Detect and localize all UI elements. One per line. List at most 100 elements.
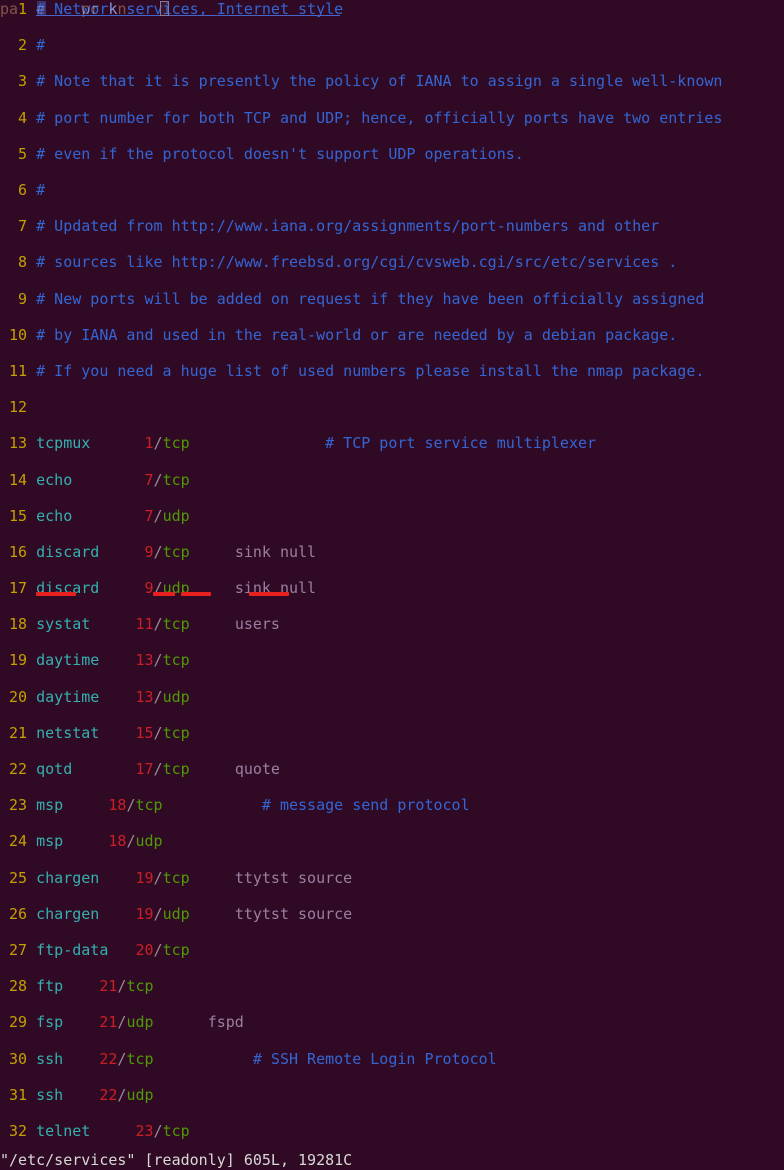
line-number: 5 <box>0 144 28 163</box>
editor-line[interactable]: 4 # port number for both TCP and UDP; he… <box>0 109 784 127</box>
line-number: 9 <box>0 289 28 308</box>
comment-text: # message send protocol <box>261 796 470 815</box>
editor-line[interactable]: 19 daytime 13/tcp <box>0 651 784 669</box>
service-name: tcpmux <box>36 434 91 453</box>
line-number: 17 <box>0 579 28 598</box>
port-proto-separator: / <box>153 651 163 670</box>
line-number: 12 <box>0 398 28 417</box>
editor-line[interactable]: 29 fsp 21/udp fspd <box>0 1013 784 1031</box>
editor-line[interactable]: 6 # <box>0 181 784 199</box>
annotation-underline-tcp <box>181 592 211 596</box>
line-number: 14 <box>0 470 28 489</box>
comment-text: # New ports will be added on request if … <box>36 289 705 308</box>
status-line: "/etc/services" [readonly] 605L, 19281C <box>0 1150 784 1170</box>
editor-line[interactable]: 9 # New ports will be added on request i… <box>0 290 784 308</box>
comment-text: # If you need a huge list of used number… <box>36 361 705 380</box>
protocol-name: udp <box>162 904 190 923</box>
comment-text: # <box>36 180 46 199</box>
service-alias: fspd <box>207 1013 244 1032</box>
port-number: 15 <box>135 723 154 742</box>
annotation-underline-mail <box>249 592 289 596</box>
service-name: ssh <box>36 1049 64 1068</box>
editor-line[interactable]: 26 chargen 19/udp ttytst source <box>0 905 784 923</box>
service-name: telnet <box>36 1122 91 1140</box>
editor-line[interactable]: 23 msp 18/tcp # message send protocol <box>0 796 784 814</box>
editor-line[interactable]: 5 # even if the protocol doesn't support… <box>0 145 784 163</box>
ghost-glyph: a <box>9 0 19 18</box>
port-number: 23 <box>135 1122 154 1140</box>
protocol-name: tcp <box>126 1049 154 1068</box>
editor-line[interactable]: 25 chargen 19/tcp ttytst source <box>0 869 784 887</box>
port-number: 13 <box>135 651 154 670</box>
editor-line[interactable]: 3 # Note that it is presently the policy… <box>0 72 784 90</box>
editor-line[interactable]: 14 echo 7/tcp <box>0 471 784 489</box>
editor-line[interactable]: 17 discard 9/udp sink null <box>0 579 784 597</box>
editor-buffer[interactable]: 1 # Network services, Internet style 2 #… <box>0 0 784 1170</box>
line-number: 24 <box>0 832 28 851</box>
service-alias: users <box>234 615 280 634</box>
port-proto-separator: / <box>153 506 163 525</box>
editor-line[interactable]: 28 ftp 21/tcp <box>0 977 784 995</box>
port-number: 7 <box>144 470 154 489</box>
service-name: daytime <box>36 687 100 706</box>
editor-line[interactable]: 7 # Updated from http://www.iana.org/ass… <box>0 217 784 235</box>
editor-line[interactable]: 20 daytime 13/udp <box>0 688 784 706</box>
first-line-underline <box>36 15 340 16</box>
port-number: 18 <box>108 832 127 851</box>
port-proto-separator: / <box>153 434 163 453</box>
editor-line[interactable]: 10 # by IANA and used in the real-world … <box>0 326 784 344</box>
line-number: 23 <box>0 796 28 815</box>
port-number: 21 <box>99 1013 118 1032</box>
protocol-name: tcp <box>135 796 163 815</box>
editor-line[interactable]: 13 tcpmux 1/tcp # TCP port service multi… <box>0 434 784 452</box>
port-number: 22 <box>99 1049 118 1068</box>
line-number: 7 <box>0 217 28 236</box>
port-number: 13 <box>135 687 154 706</box>
line-number: 21 <box>0 723 28 742</box>
line-number: 11 <box>0 361 28 380</box>
terminal-window[interactable]: 1 # Network services, Internet style 2 #… <box>0 0 784 1170</box>
service-alias: ttytst source <box>234 868 353 887</box>
text-cursor <box>160 1 169 16</box>
service-name: daytime <box>36 651 100 670</box>
editor-line[interactable]: 16 discard 9/tcp sink null <box>0 543 784 561</box>
annotation-underline-smtp <box>36 592 76 596</box>
editor-line[interactable]: 12 <box>0 398 784 416</box>
line-number: 8 <box>0 253 28 272</box>
editor-line[interactable]: 31 ssh 22/udp <box>0 1086 784 1104</box>
protocol-name: udp <box>162 687 190 706</box>
protocol-name: udp <box>162 506 190 525</box>
editor-line[interactable]: 18 systat 11/tcp users <box>0 615 784 633</box>
line-number: 32 <box>0 1122 28 1140</box>
comment-text: # Note that it is presently the policy o… <box>36 72 723 91</box>
port-number: 7 <box>144 506 154 525</box>
editor-line[interactable]: 32 telnet 23/tcp <box>0 1122 784 1140</box>
protocol-name: tcp <box>162 542 190 561</box>
line-number: 26 <box>0 904 28 923</box>
service-name: fsp <box>36 1013 64 1032</box>
line-number: 31 <box>0 1085 28 1104</box>
editor-line[interactable]: 22 qotd 17/tcp quote <box>0 760 784 778</box>
comment-text: # <box>36 36 46 55</box>
port-number: 20 <box>135 941 154 960</box>
protocol-name: tcp <box>162 651 190 670</box>
port-proto-separator: / <box>153 868 163 887</box>
protocol-name: tcp <box>126 977 154 996</box>
editor-line[interactable]: 8 # sources like http://www.freebsd.org/… <box>0 253 784 271</box>
line-number: 16 <box>0 542 28 561</box>
service-alias: ttytst source <box>234 904 353 923</box>
editor-line[interactable]: 15 echo 7/udp <box>0 507 784 525</box>
line-number: 6 <box>0 180 28 199</box>
service-name: msp <box>36 832 64 851</box>
editor-line[interactable]: 21 netstat 15/tcp <box>0 724 784 742</box>
protocol-name: tcp <box>162 868 190 887</box>
comment-text: # port number for both TCP and UDP; henc… <box>36 108 723 127</box>
protocol-name: udp <box>126 1013 154 1032</box>
line-number: 30 <box>0 1049 28 1068</box>
editor-line[interactable]: 2 # <box>0 36 784 54</box>
editor-line[interactable]: 27 ftp-data 20/tcp <box>0 941 784 959</box>
editor-line[interactable]: 11 # If you need a huge list of used num… <box>0 362 784 380</box>
editor-line[interactable]: 24 msp 18/udp <box>0 832 784 850</box>
editor-line[interactable]: 30 ssh 22/tcp # SSH Remote Login Protoco… <box>0 1050 784 1068</box>
comment-text: # Updated from http://www.iana.org/assig… <box>36 217 660 236</box>
